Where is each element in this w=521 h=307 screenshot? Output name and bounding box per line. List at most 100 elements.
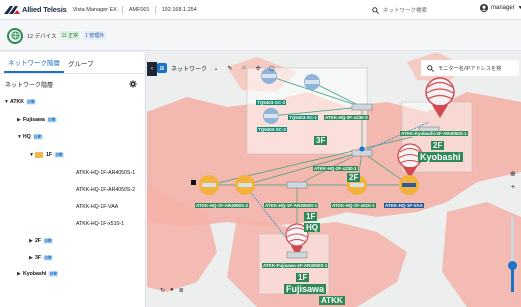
tree-item-label: ATKK-HQ-1F-AR4050S-2	[76, 187, 135, 193]
auto-badge: 自動	[43, 255, 54, 261]
zoom-slider-knob[interactable]	[508, 261, 517, 270]
record-icon[interactable]: ●	[170, 287, 174, 294]
router-icon	[235, 175, 255, 195]
tree-item-label: HQ	[23, 134, 31, 140]
topology-view-icon[interactable]: ⊞	[157, 63, 167, 73]
zoom-controls: ⊕ +	[508, 170, 520, 230]
switch-icon	[351, 103, 373, 111]
node-label[interactable]: ATKK-HQ-1F-AR4050S-1	[264, 203, 319, 208]
auto-badge: 自動	[32, 134, 43, 140]
tree-item-fujisawa[interactable]: ▶ Fujisawa 自動	[17, 117, 57, 123]
map-canvas[interactable]	[147, 52, 521, 307]
left-tabs: ネットワーク階層 グループ	[0, 52, 145, 74]
node-label[interactable]: ATKK-HQ-1F-x510-1	[331, 203, 376, 208]
fit-screen-icon[interactable]: ▢	[267, 63, 277, 73]
node-label[interactable]: TQ5403-SC-2	[257, 127, 288, 132]
network-layer-dropdown[interactable]: ネットワーク	[171, 64, 207, 73]
product-name: Vista Manager EX	[72, 6, 117, 13]
floor-label-2f: 2F	[347, 173, 361, 182]
auto-badge: 自動	[46, 117, 57, 123]
network-search-placeholder: ネットワーク検索	[383, 8, 428, 14]
refresh-icon[interactable]: ↻	[160, 287, 165, 294]
wireless-ap-icon	[304, 74, 320, 90]
tree-item-label: Fujisawa	[23, 117, 45, 123]
unmanaged-badge: 1 管理外	[83, 31, 107, 40]
brand-name: Allied Telesis	[22, 5, 67, 14]
switch-icon	[286, 181, 308, 189]
tree-item-device[interactable]: ATKK-HQ-1F-AR4050S-1	[76, 170, 135, 176]
device-summary: 12 デバイス 11 正常 1 管理外	[27, 31, 107, 40]
header-divider	[154, 5, 156, 14]
map-marker-square	[191, 180, 196, 185]
node-label[interactable]: TQ5403-SC-1	[288, 115, 319, 120]
status-bar: 12 デバイス 11 正常 1 管理外	[0, 21, 521, 51]
tree-item-device[interactable]: ATKK-HQ-1F-AR4050S-2	[76, 187, 135, 193]
lock-icon[interactable]: ⌂	[239, 63, 249, 73]
tree-item-atkk[interactable]: ▼ ATKK 自動	[4, 99, 37, 105]
network-map[interactable]	[147, 52, 521, 307]
floor-label-3f: 3F	[314, 136, 328, 145]
zoom-slider[interactable]	[508, 217, 517, 292]
router-icon	[199, 175, 219, 195]
allied-telesis-logo-icon	[4, 5, 20, 14]
link-status-dot	[359, 146, 365, 152]
chevron-down-icon[interactable]: ⌄	[211, 63, 221, 73]
node-label[interactable]: ATKK-Fujisawa-1F-AR4050S-1	[262, 263, 329, 268]
tree-item-kyobashi[interactable]: ▶ Kyobashi 自動	[17, 271, 59, 277]
map-bottom-tools: ↻ ● ≣	[160, 287, 184, 294]
tree-item-hq[interactable]: ▼ HQ 自動	[17, 134, 43, 140]
tree-item-label: ATKK	[10, 99, 25, 105]
auto-badge: 自動	[26, 99, 37, 105]
node-label[interactable]: TQ5403-SC-3	[256, 100, 287, 105]
site-label-fujisawa: Fujisawa	[284, 284, 327, 294]
network-status-icon[interactable]	[7, 27, 23, 44]
node-label[interactable]: ATKK-HQ-2F-x230-1	[313, 166, 358, 171]
tree-item-label: 1F	[46, 152, 53, 158]
monitor-search-placeholder: モニター名/IPアドレスを検	[438, 65, 502, 72]
username: manager	[491, 5, 515, 11]
zoom-in-button[interactable]: +	[511, 184, 515, 191]
tree-item-label: 2F	[35, 238, 42, 244]
auto-badge: 自動	[54, 152, 65, 158]
chevron-left-icon: ‹	[151, 66, 153, 72]
network-search-input[interactable]: ネットワーク検索	[372, 3, 462, 17]
brand-logo[interactable]: Allied Telesis	[4, 5, 67, 14]
node-label[interactable]: ATKK-Kyobashi-2F-AR4050S-1	[400, 131, 468, 136]
amf-name: AMF001	[128, 6, 150, 13]
tab-group[interactable]: グループ	[64, 58, 98, 73]
user-menu[interactable]: manager ▼	[480, 4, 521, 12]
switch-icon	[286, 251, 308, 259]
gear-icon[interactable]	[129, 80, 137, 88]
node-label[interactable]: ATKK-HQ-1F-AR4050S-2	[195, 203, 250, 208]
globe-icon	[10, 31, 20, 40]
tree-item-2f[interactable]: ▶ 2F 自動	[29, 238, 54, 244]
site-label-atkk: ATKK	[319, 296, 345, 305]
normal-badge: 11 正常	[59, 31, 81, 40]
wireless-ap-icon	[263, 108, 279, 124]
layout-icon[interactable]: ✣	[253, 63, 263, 73]
monitor-search-input[interactable]: モニター名/IPアドレスを検	[421, 60, 519, 76]
left-panel: ネットワーク階層 グループ ネットワーク階層	[0, 52, 146, 307]
zoom-slider-fill	[511, 267, 514, 292]
device-count: 12 デバイス	[27, 33, 57, 40]
map-toolbar: ⊞ ネットワーク ⌄ ✎ ⌂ ✣ ▢	[157, 60, 297, 76]
tree-item-1f[interactable]: ▼ 1F 自動	[29, 152, 65, 158]
tree-item-label: ATKK-HQ-1F-AR4050S-1	[76, 170, 135, 176]
edit-icon[interactable]: ✎	[225, 63, 235, 73]
router-icon	[399, 175, 419, 195]
panel-title: ネットワーク階層	[5, 82, 54, 89]
node-label[interactable]: ATKK-HQ-1F-VAA	[384, 203, 424, 208]
tab-network-hierarchy[interactable]: ネットワーク階層	[4, 57, 64, 73]
recenter-icon[interactable]: ⊕	[510, 170, 516, 178]
search-icon	[372, 6, 379, 14]
floor-label-2f-kyobashi: 2F	[431, 141, 445, 150]
layers-icon[interactable]: ≣	[179, 287, 184, 294]
node-label[interactable]: ATKK-HQ-3F-x230-3	[324, 115, 369, 120]
site-label-kyobashi: Kyobashi	[418, 152, 463, 162]
auto-badge: 自動	[43, 238, 54, 244]
collapse-panel-button[interactable]: ‹	[147, 62, 157, 76]
tree-item-device[interactable]: ATKK-HQ-1F-x510-1	[76, 221, 124, 227]
tree-item-label: ATKK-HQ-1F-x510-1	[76, 221, 125, 227]
tree-item-3f[interactable]: ▶ 3F 自動	[29, 255, 54, 261]
tree-item-device[interactable]: ATKK-HQ-1F-VAA	[76, 204, 118, 210]
